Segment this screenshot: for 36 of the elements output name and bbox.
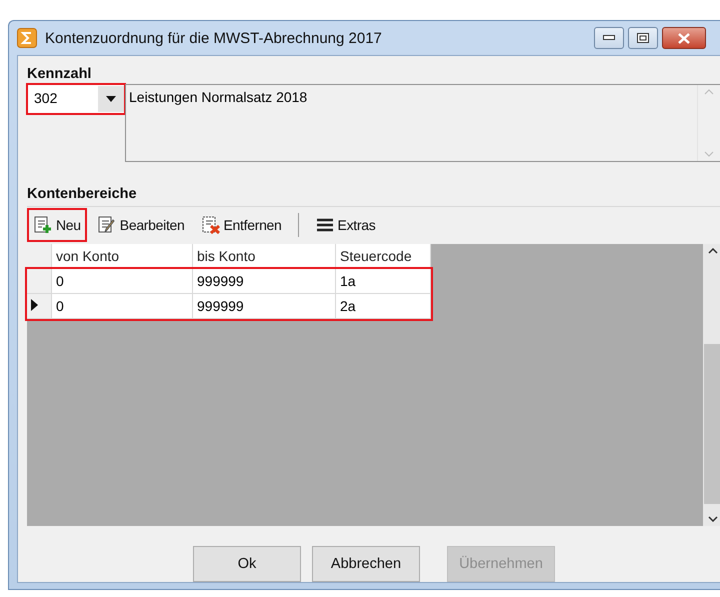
scroll-up-icon[interactable]: [708, 248, 718, 254]
toolbar-button[interactable]: Extras: [308, 208, 382, 242]
column-header[interactable]: von Konto: [52, 244, 192, 268]
table-cell: 999999: [192, 268, 336, 294]
new-document-icon: [33, 215, 53, 235]
column-header[interactable]: Steuercode: [336, 244, 430, 268]
row-header[interactable]: [27, 294, 52, 318]
minimize-button[interactable]: [594, 27, 624, 49]
dialog-button[interactable]: Abbrechen: [312, 546, 420, 582]
table-cell: 2a: [336, 294, 430, 318]
table-cell: 0: [52, 268, 192, 294]
scrollbar[interactable]: [703, 244, 720, 526]
column-header[interactable]: bis Konto: [192, 244, 336, 268]
table-cell: 1a: [336, 268, 430, 294]
window-title: Kontenzuordnung für die MWST-Abrechnung 2017: [45, 30, 383, 46]
section-label: Kontenbereiche: [27, 186, 138, 202]
maximize-icon: [637, 33, 649, 43]
caret-icon: [106, 96, 116, 102]
close-button[interactable]: [662, 27, 706, 49]
row-header: [27, 244, 52, 268]
scroll-down-icon[interactable]: [708, 516, 718, 522]
edit-document-icon: [96, 215, 117, 235]
table-cell: 999999: [192, 294, 336, 318]
dropdown-field[interactable]: 302: [27, 84, 125, 114]
sigma-icon: [17, 28, 37, 48]
field-label: Kennzahl: [27, 66, 92, 82]
table-cell: 0: [52, 294, 192, 318]
toolbar-button[interactable]: Bearbeiten: [90, 208, 191, 242]
current-row-icon: [31, 299, 38, 311]
close-icon: [678, 32, 690, 44]
minimize-icon: [603, 35, 615, 41]
maximize-button[interactable]: [628, 27, 658, 49]
delete-document-icon: [200, 215, 221, 235]
dialog-button[interactable]: Ok: [193, 546, 301, 582]
toolbar-button[interactable]: Neu: [27, 208, 87, 242]
toolbar-button[interactable]: Entfernen: [194, 208, 288, 242]
